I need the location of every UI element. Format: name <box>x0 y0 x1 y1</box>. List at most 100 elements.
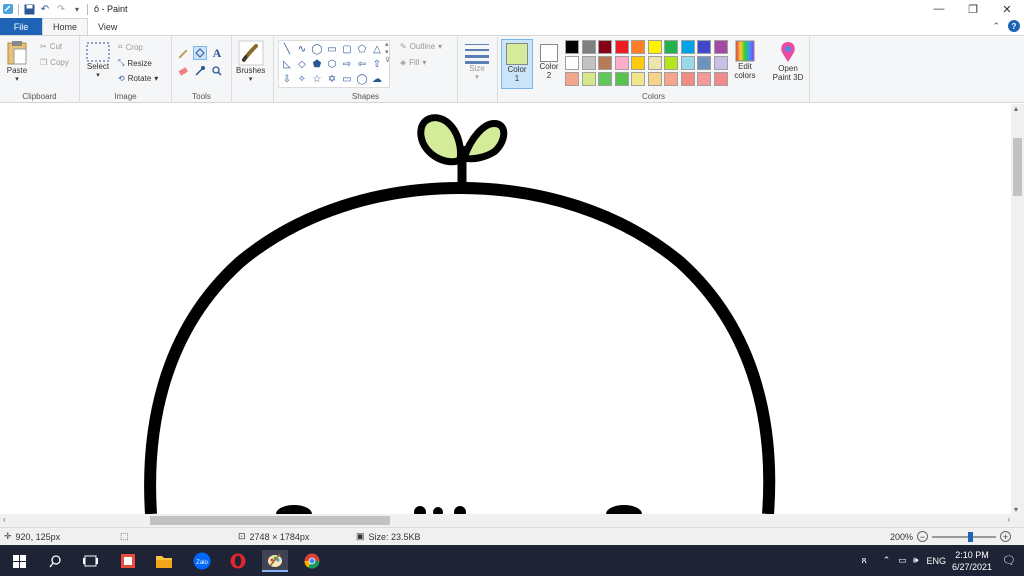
fill-button[interactable]: ◈ Fill ▾ <box>400 58 426 67</box>
tab-home[interactable]: Home <box>42 18 89 35</box>
horizontal-scrollbar[interactable]: ‹ › <box>0 514 1024 527</box>
six-point-star-shape-icon[interactable]: ✡ <box>325 72 339 86</box>
palette-swatch[interactable] <box>680 72 695 86</box>
zalo-icon[interactable]: Zalo <box>191 550 213 572</box>
copy-button[interactable]: ❐ Copy <box>40 58 69 67</box>
chevron-up-icon[interactable]: ⌃ <box>992 21 1000 32</box>
fill-bucket-icon[interactable] <box>193 46 207 60</box>
palette-swatch[interactable] <box>680 56 695 70</box>
magnifier-icon[interactable] <box>210 64 224 78</box>
palette-swatch[interactable] <box>647 72 662 86</box>
snipping-tool-icon[interactable] <box>117 550 139 572</box>
curve-shape-icon[interactable]: ∿ <box>295 42 309 56</box>
help-icon[interactable]: ? <box>1008 20 1020 32</box>
diamond-shape-icon[interactable]: ◇ <box>295 57 309 71</box>
zoom-slider[interactable] <box>932 531 997 542</box>
paint-app-icon[interactable] <box>2 3 14 15</box>
hexagon-shape-icon[interactable]: ⬡ <box>325 57 339 71</box>
paint-taskbar-icon[interactable] <box>262 550 288 572</box>
palette-swatch[interactable] <box>631 72 645 86</box>
zoom-slider-thumb[interactable] <box>968 531 974 542</box>
resize-button[interactable]: ⤡ Resize <box>118 58 152 68</box>
palette-swatch[interactable] <box>713 72 728 86</box>
palette-swatch[interactable] <box>631 56 645 70</box>
palette-swatch[interactable] <box>598 56 612 70</box>
line-shape-icon[interactable]: ╲ <box>280 42 294 56</box>
chrome-icon[interactable] <box>301 550 323 572</box>
scroll-down-icon[interactable]: ▾ <box>1014 505 1018 514</box>
palette-swatch[interactable] <box>581 56 596 70</box>
palette-swatch[interactable] <box>697 72 711 86</box>
edit-colors-button[interactable]: Edit colors <box>730 40 760 80</box>
rounded-rectangle-shape-icon[interactable]: ▢ <box>340 42 354 56</box>
rect-callout-shape-icon[interactable]: ▭ <box>340 72 354 86</box>
polygon-shape-icon[interactable]: ⬠ <box>355 42 369 56</box>
palette-swatch[interactable] <box>598 72 612 86</box>
triangle-shape-icon[interactable]: △ <box>370 42 384 56</box>
oval-shape-icon[interactable]: ◯ <box>310 42 324 56</box>
palette-swatch[interactable] <box>664 56 678 70</box>
task-view-icon[interactable] <box>79 550 101 572</box>
down-arrow-shape-icon[interactable]: ⇩ <box>280 72 294 86</box>
palette-swatch[interactable] <box>713 56 728 70</box>
pencil-icon[interactable] <box>176 46 190 60</box>
outline-button[interactable]: ✎ Outline ▾ <box>400 42 442 51</box>
chevron-up-icon[interactable]: ⌃ <box>883 555 891 566</box>
redo-icon[interactable]: ↷ <box>55 3 67 15</box>
opera-icon[interactable] <box>227 550 249 572</box>
palette-swatch[interactable] <box>647 56 662 70</box>
brushes-button[interactable]: Brushes ▾ <box>236 40 265 83</box>
battery-icon[interactable]: ▭ <box>898 555 907 566</box>
vertical-scrollbar[interactable]: ▴ ▾ <box>1011 104 1024 514</box>
palette-swatch[interactable] <box>631 40 645 54</box>
undo-icon[interactable]: ↶ <box>39 3 51 15</box>
color-picker-icon[interactable] <box>193 64 207 78</box>
palette-swatch[interactable] <box>614 56 629 70</box>
palette-swatch[interactable] <box>614 72 629 86</box>
palette-swatch[interactable] <box>565 40 579 54</box>
volume-icon[interactable]: 🕪 <box>913 555 919 566</box>
cut-button[interactable]: ✂ Cut <box>40 42 62 51</box>
cloud-callout-shape-icon[interactable]: ☁ <box>370 72 384 86</box>
right-triangle-shape-icon[interactable]: ◺ <box>280 57 294 71</box>
language-indicator[interactable]: ENG <box>926 556 946 566</box>
palette-swatch[interactable] <box>697 40 711 54</box>
pentagon-shape-icon[interactable]: ⬟ <box>310 57 324 71</box>
palette-swatch[interactable] <box>697 56 711 70</box>
palette-swatch[interactable] <box>581 40 596 54</box>
palette-swatch[interactable] <box>664 72 678 86</box>
windows-start-icon[interactable] <box>8 550 30 572</box>
left-arrow-shape-icon[interactable]: ⇦ <box>355 57 369 71</box>
horizontal-scroll-thumb[interactable] <box>150 516 390 525</box>
palette-swatch[interactable] <box>598 40 612 54</box>
color2-button[interactable]: Color 2 <box>535 42 563 80</box>
right-arrow-shape-icon[interactable]: ⇨ <box>340 57 354 71</box>
clock[interactable]: 2:10 PM 6/27/2021 <box>952 549 992 573</box>
palette-swatch[interactable] <box>647 40 662 54</box>
color1-button[interactable]: Color 1 <box>501 39 533 89</box>
up-arrow-shape-icon[interactable]: ⇧ <box>370 57 384 71</box>
size-button[interactable]: Size ▾ <box>464 42 490 81</box>
palette-swatch[interactable] <box>614 40 629 54</box>
palette-swatch[interactable] <box>565 56 579 70</box>
tab-file[interactable]: File <box>0 18 42 35</box>
four-point-star-shape-icon[interactable]: ✧ <box>295 72 309 86</box>
save-icon[interactable] <box>23 3 35 15</box>
notification-icon[interactable]: 🗨 <box>1002 554 1016 567</box>
vertical-scroll-thumb[interactable] <box>1013 138 1022 196</box>
zoom-in-icon[interactable]: + <box>1000 531 1012 542</box>
palette-swatch[interactable] <box>581 72 596 86</box>
close-button[interactable]: ✕ <box>990 0 1024 18</box>
tab-view[interactable]: View <box>88 18 127 35</box>
open-paint3d-button[interactable]: Open Paint 3D <box>768 40 808 82</box>
palette-swatch[interactable] <box>565 72 579 86</box>
scroll-right-icon[interactable]: › <box>1007 515 1010 524</box>
text-tool-icon[interactable]: A <box>210 46 224 60</box>
oval-callout-shape-icon[interactable]: ◯ <box>355 72 369 86</box>
select-button[interactable]: Select ▾ <box>86 42 110 79</box>
palette-swatch[interactable] <box>713 40 728 54</box>
shapes-scroll-icon[interactable]: ▴ ▾ ⊽ <box>385 40 390 64</box>
minimize-button[interactable]: — <box>922 0 956 18</box>
crop-button[interactable]: ⌗ Crop <box>118 42 143 52</box>
drawing-canvas[interactable] <box>0 104 1011 514</box>
